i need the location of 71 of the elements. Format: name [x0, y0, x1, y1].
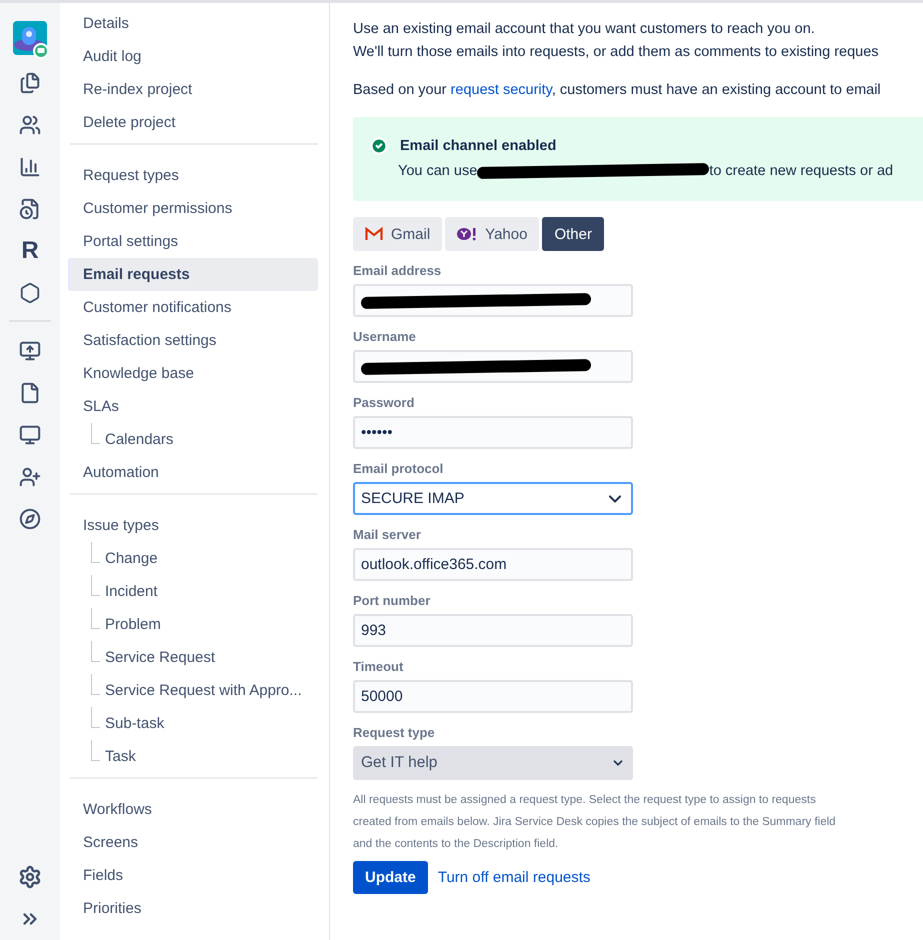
add-person-icon[interactable] [19, 466, 41, 488]
sidebar-item[interactable]: Delete project [70, 106, 318, 139]
sidebar-item[interactable]: Audit log [70, 40, 318, 73]
field-label: Password [353, 395, 416, 410]
request-security-link[interactable]: request security [450, 82, 552, 98]
sidebar-item[interactable]: Request types [70, 159, 318, 192]
banner-title: Email channel enabled [400, 138, 556, 154]
input-field[interactable]: •••••• [353, 416, 633, 449]
provider-tab[interactable]: Other [542, 217, 604, 251]
sidebar-item[interactable]: Sub-task [70, 707, 318, 740]
select-field[interactable]: SECURE IMAP [353, 482, 633, 515]
monitor-icon[interactable] [19, 424, 41, 446]
banner-text: to create new requests or ad [709, 163, 894, 179]
update-button[interactable]: Update [353, 861, 428, 894]
security-text: Based on your request security, customers must have an existing account to email [353, 81, 882, 100]
check-circle-icon [370, 137, 388, 155]
bar-chart-icon[interactable] [19, 156, 41, 178]
sidebar-item[interactable]: Satisfaction settings [70, 324, 318, 357]
sidebar-item[interactable]: Details [70, 7, 318, 40]
select-field[interactable]: Get IT help [353, 746, 633, 780]
provider-tab[interactable]: Yahoo [445, 217, 540, 251]
field-label: Request type [353, 725, 436, 740]
field-label: Timeout [353, 659, 404, 674]
banner-text: You can use [398, 163, 478, 179]
add-screen-icon[interactable] [19, 340, 41, 362]
sidebar-item[interactable]: Knowledge base [70, 357, 318, 390]
provider-tab[interactable]: Gmail [353, 217, 442, 251]
sidebar-item[interactable]: Incident [70, 575, 318, 608]
file-icon[interactable] [19, 382, 41, 404]
sidebar-item[interactable]: Task [70, 740, 318, 773]
sidebar-item[interactable]: SLAs [70, 390, 318, 423]
field-label: Email address [353, 263, 442, 278]
hexagon-icon[interactable] [19, 282, 41, 304]
field-label: Mail server [353, 527, 422, 542]
sidebar-item[interactable]: Screens [70, 826, 318, 859]
sidebar-item[interactable]: Issue types [70, 509, 318, 542]
field-label: Username [353, 329, 417, 344]
sidebar-item[interactable]: Change [70, 542, 318, 575]
compass-icon[interactable] [19, 508, 41, 530]
input-field[interactable]: outlook.office365.com [353, 548, 633, 581]
turn-off-link[interactable]: Turn off email requests [438, 869, 590, 886]
documents-icon[interactable] [19, 72, 41, 94]
sidebar-item[interactable]: Portal settings [70, 225, 318, 258]
project-avatar [13, 21, 47, 59]
field-label: Port number [353, 593, 432, 608]
input-field[interactable]: 993 [353, 614, 633, 647]
envelope-m-icon [365, 227, 383, 241]
sidebar-item[interactable]: Priorities [70, 892, 318, 925]
intro-text: Use an existing email account that you want customers to reach you on. [353, 20, 816, 39]
input-field[interactable] [353, 284, 633, 317]
help-text: All requests must be assigned a request type. Select the request type to assign to requests created from emails below. Jira Service Desk copies the subject of emails to the Summary field and the contents to the Description field. [353, 793, 837, 852]
sidebar-item[interactable]: Service Request with Appro... [70, 674, 318, 707]
app-logo[interactable]: R [21, 237, 39, 265]
sidebar-item[interactable]: Re-index project [70, 73, 318, 106]
yahoo-icon [457, 227, 478, 241]
sidebar-item[interactable]: Customer permissions [70, 192, 318, 225]
report-clock-icon[interactable] [19, 198, 41, 220]
sidebar-item[interactable]: Email requests [70, 258, 318, 291]
people-icon[interactable] [19, 114, 41, 136]
input-field[interactable] [353, 350, 633, 383]
sidebar-item[interactable]: Fields [70, 859, 318, 892]
sidebar-item[interactable]: Problem [70, 608, 318, 641]
sidebar-item[interactable]: Service Request [70, 641, 318, 674]
intro-text: We'll turn those emails into requests, or add them as comments to existing reques [353, 43, 880, 62]
sidebar-item[interactable]: Calendars [70, 423, 318, 456]
field-label: Email protocol [353, 461, 444, 476]
settings-icon[interactable] [18, 865, 42, 889]
input-field[interactable]: 50000 [353, 680, 633, 713]
sidebar-item[interactable]: Automation [70, 456, 318, 489]
sidebar-item[interactable]: Workflows [70, 793, 318, 826]
sidebar-item[interactable]: Customer notifications [70, 291, 318, 324]
